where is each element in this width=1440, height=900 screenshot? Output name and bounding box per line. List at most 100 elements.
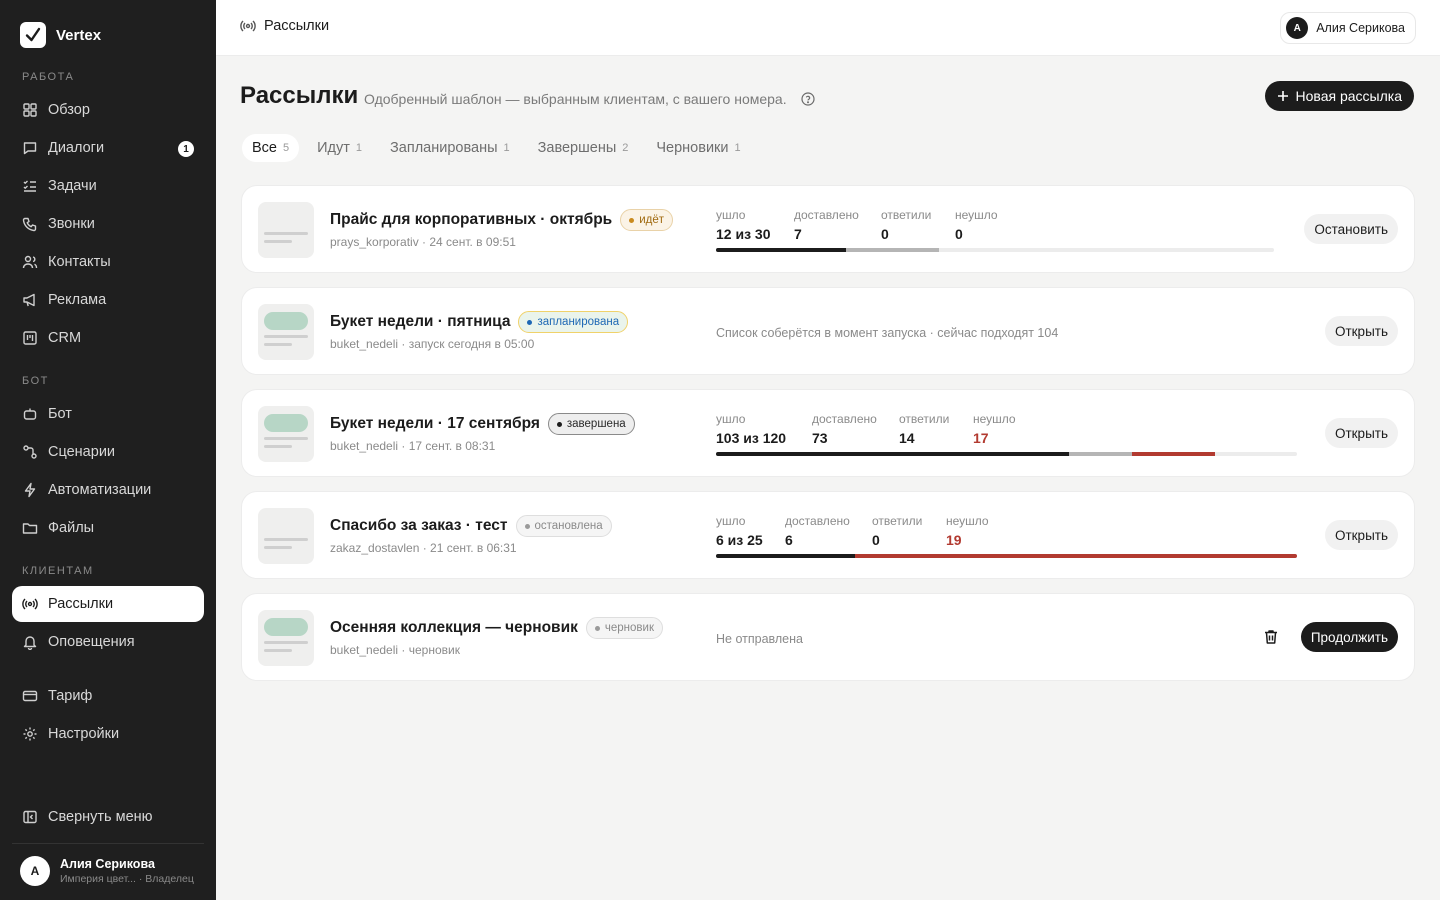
new-broadcast-button[interactable]: Новая рассылка (1264, 81, 1414, 111)
help-icon[interactable] (801, 92, 815, 106)
sidebar-item-overview[interactable]: Обзор (12, 92, 204, 128)
sidebar-item-calls[interactable]: Звонки (12, 206, 204, 242)
stat-label-sent: ушло (716, 412, 746, 426)
page-subtitle: Одобренный шаблон — выбранным клиентам, … (364, 91, 815, 107)
chat-icon (23, 142, 37, 155)
broadcast-card[interactable]: Букет недели · 17 сентября завершена buk… (241, 389, 1415, 477)
stat-label-delivered: доставлено (812, 412, 877, 426)
stat-value-sent: 12 из 30 (716, 226, 771, 242)
sidebar-item-contacts[interactable]: Контакты (12, 244, 204, 280)
broadcast-card[interactable]: Осенняя коллекция — черновик черновик bu… (241, 593, 1415, 681)
sidebar-item-dialogs[interactable]: Диалоги 1 (12, 130, 204, 166)
new-broadcast-label: Новая рассылка (1295, 88, 1402, 104)
sidebar-user[interactable]: А Алия Серикова Империя цвет... · Владел… (20, 856, 194, 886)
stop-button[interactable]: Остановить (1304, 214, 1398, 244)
brand[interactable]: Vertex (20, 22, 101, 48)
tab-scheduled[interactable]: Запланированы 1 (380, 134, 520, 162)
tab-count: 2 (622, 142, 629, 154)
tab-drafts[interactable]: Черновики 1 (646, 134, 750, 162)
stat-value-replied: 0 (872, 532, 880, 548)
open-button[interactable]: Открыть (1324, 418, 1398, 448)
sidebar-item-label: Звонки (48, 216, 95, 232)
stat-label-replied: ответили (899, 412, 950, 426)
status-dot (524, 523, 530, 529)
sidebar-item-tariff[interactable]: Тариф (12, 678, 204, 714)
status-dot (527, 319, 533, 325)
tab-label: Завершены (537, 140, 617, 156)
stat-label-sent: ушло (716, 208, 746, 222)
broadcast-icon (22, 598, 38, 610)
status-text: завершена (566, 418, 626, 430)
sidebar-item-bot[interactable]: Бот (12, 396, 204, 432)
stat-value-delivered: 73 (812, 430, 828, 446)
broadcast-card[interactable]: Прайс для корпоративных · октябрь идёт p… (241, 185, 1415, 273)
avatar: А (1286, 17, 1309, 39)
stat-value-sent: 6 из 25 (716, 532, 763, 548)
bot-icon (23, 408, 37, 420)
status-badge: идёт (620, 209, 673, 231)
tab-completed[interactable]: Завершены 2 (528, 134, 639, 162)
progress-segment-delivered (716, 452, 1070, 456)
account-name: Алия Серикова (1316, 21, 1405, 35)
plus-icon (1277, 91, 1288, 101)
sidebar-item-label: Контакты (48, 254, 111, 270)
progress-segment-pending (1069, 452, 1133, 456)
sidebar-item-ads[interactable]: Реклама (12, 282, 204, 318)
sidebar-item-label: Обзор (48, 102, 90, 118)
stat-value-delivered: 7 (794, 226, 802, 242)
broadcast-title-text: Букет недели · пятница (330, 313, 511, 330)
broadcast-title: Прайс для корпоративных · октябрь идёт (330, 209, 673, 231)
tab-running[interactable]: Идут 1 (307, 134, 372, 162)
progress-bar (716, 554, 1297, 558)
stat-label-delivered: доставлено (794, 208, 859, 222)
section-label-clients: КЛИЕНТАМ (22, 565, 94, 577)
sidebar-item-label: Задачи (48, 178, 97, 194)
broadcast-title-text: Прайс для корпоративных · октябрь (330, 211, 613, 228)
stat-value-replied: 0 (881, 226, 889, 242)
bell-icon (23, 636, 37, 650)
progress-segment-pending (846, 248, 940, 252)
stat-label-failed: неушло (946, 514, 989, 528)
sidebar-item-notifications[interactable]: Оповещения (12, 624, 204, 660)
broadcast-title-text: Спасибо за заказ · тест (330, 517, 508, 534)
sidebar-item-automations[interactable]: Автоматизации (12, 472, 204, 508)
broadcast-title: Букет недели · 17 сентября завершена (330, 413, 635, 435)
broadcast-meta: buket_nedeli · запуск сегодня в 05:00 (330, 337, 535, 351)
collapse-menu-button[interactable]: Свернуть меню (12, 799, 204, 835)
continue-button[interactable]: Продолжить (1300, 622, 1398, 652)
open-button[interactable]: Открыть (1324, 316, 1398, 346)
stat-value-replied: 14 (899, 430, 915, 446)
trash-icon[interactable] (1262, 628, 1280, 646)
sidebar-item-label: Тариф (48, 688, 93, 704)
tab-all[interactable]: Все 5 (242, 134, 300, 162)
phone-icon (22, 217, 37, 232)
open-button[interactable]: Открыть (1324, 520, 1398, 550)
broadcast-card[interactable]: Спасибо за заказ · тест остановлена zaka… (241, 491, 1415, 579)
tab-label: Идут (317, 140, 350, 156)
stat-value-failed: 0 (955, 226, 963, 242)
sidebar-item-label: Рассылки (48, 596, 114, 612)
broadcast-card[interactable]: Букет недели · пятница запланирована buk… (241, 287, 1415, 375)
status-dot (594, 625, 600, 631)
sidebar-item-files[interactable]: Файлы (12, 510, 204, 546)
stat-value-failed: 17 (973, 430, 989, 446)
account-menu-button[interactable]: А Алия Серикова (1280, 12, 1416, 44)
stat-label-replied: ответили (881, 208, 932, 222)
status-text: черновик (604, 622, 654, 634)
sidebar-item-broadcasts[interactable]: Рассылки (12, 586, 204, 622)
sidebar-item-label: Реклама (48, 292, 107, 308)
sidebar-item-label: Настройки (48, 726, 120, 742)
user-org: Империя цвет... (60, 873, 136, 885)
status-badge: завершена (547, 413, 635, 435)
broadcast-title-text: Осенняя коллекция — черновик (330, 619, 578, 636)
stat-label-sent: ушло (716, 514, 746, 528)
status-badge: запланирована (518, 311, 629, 333)
stat-value-delivered: 6 (785, 532, 793, 548)
broadcast-meta: prays_korporativ · 24 сент. в 09:51 (330, 235, 516, 249)
sidebar-item-settings[interactable]: Настройки (12, 716, 204, 752)
sidebar-item-crm[interactable]: CRM (12, 320, 204, 356)
sidebar-item-tasks[interactable]: Задачи (12, 168, 204, 204)
tab-count: 1 (355, 142, 363, 154)
sidebar-item-scenarios[interactable]: Сценарии (12, 434, 204, 470)
progress-segment-failed (1132, 452, 1215, 456)
